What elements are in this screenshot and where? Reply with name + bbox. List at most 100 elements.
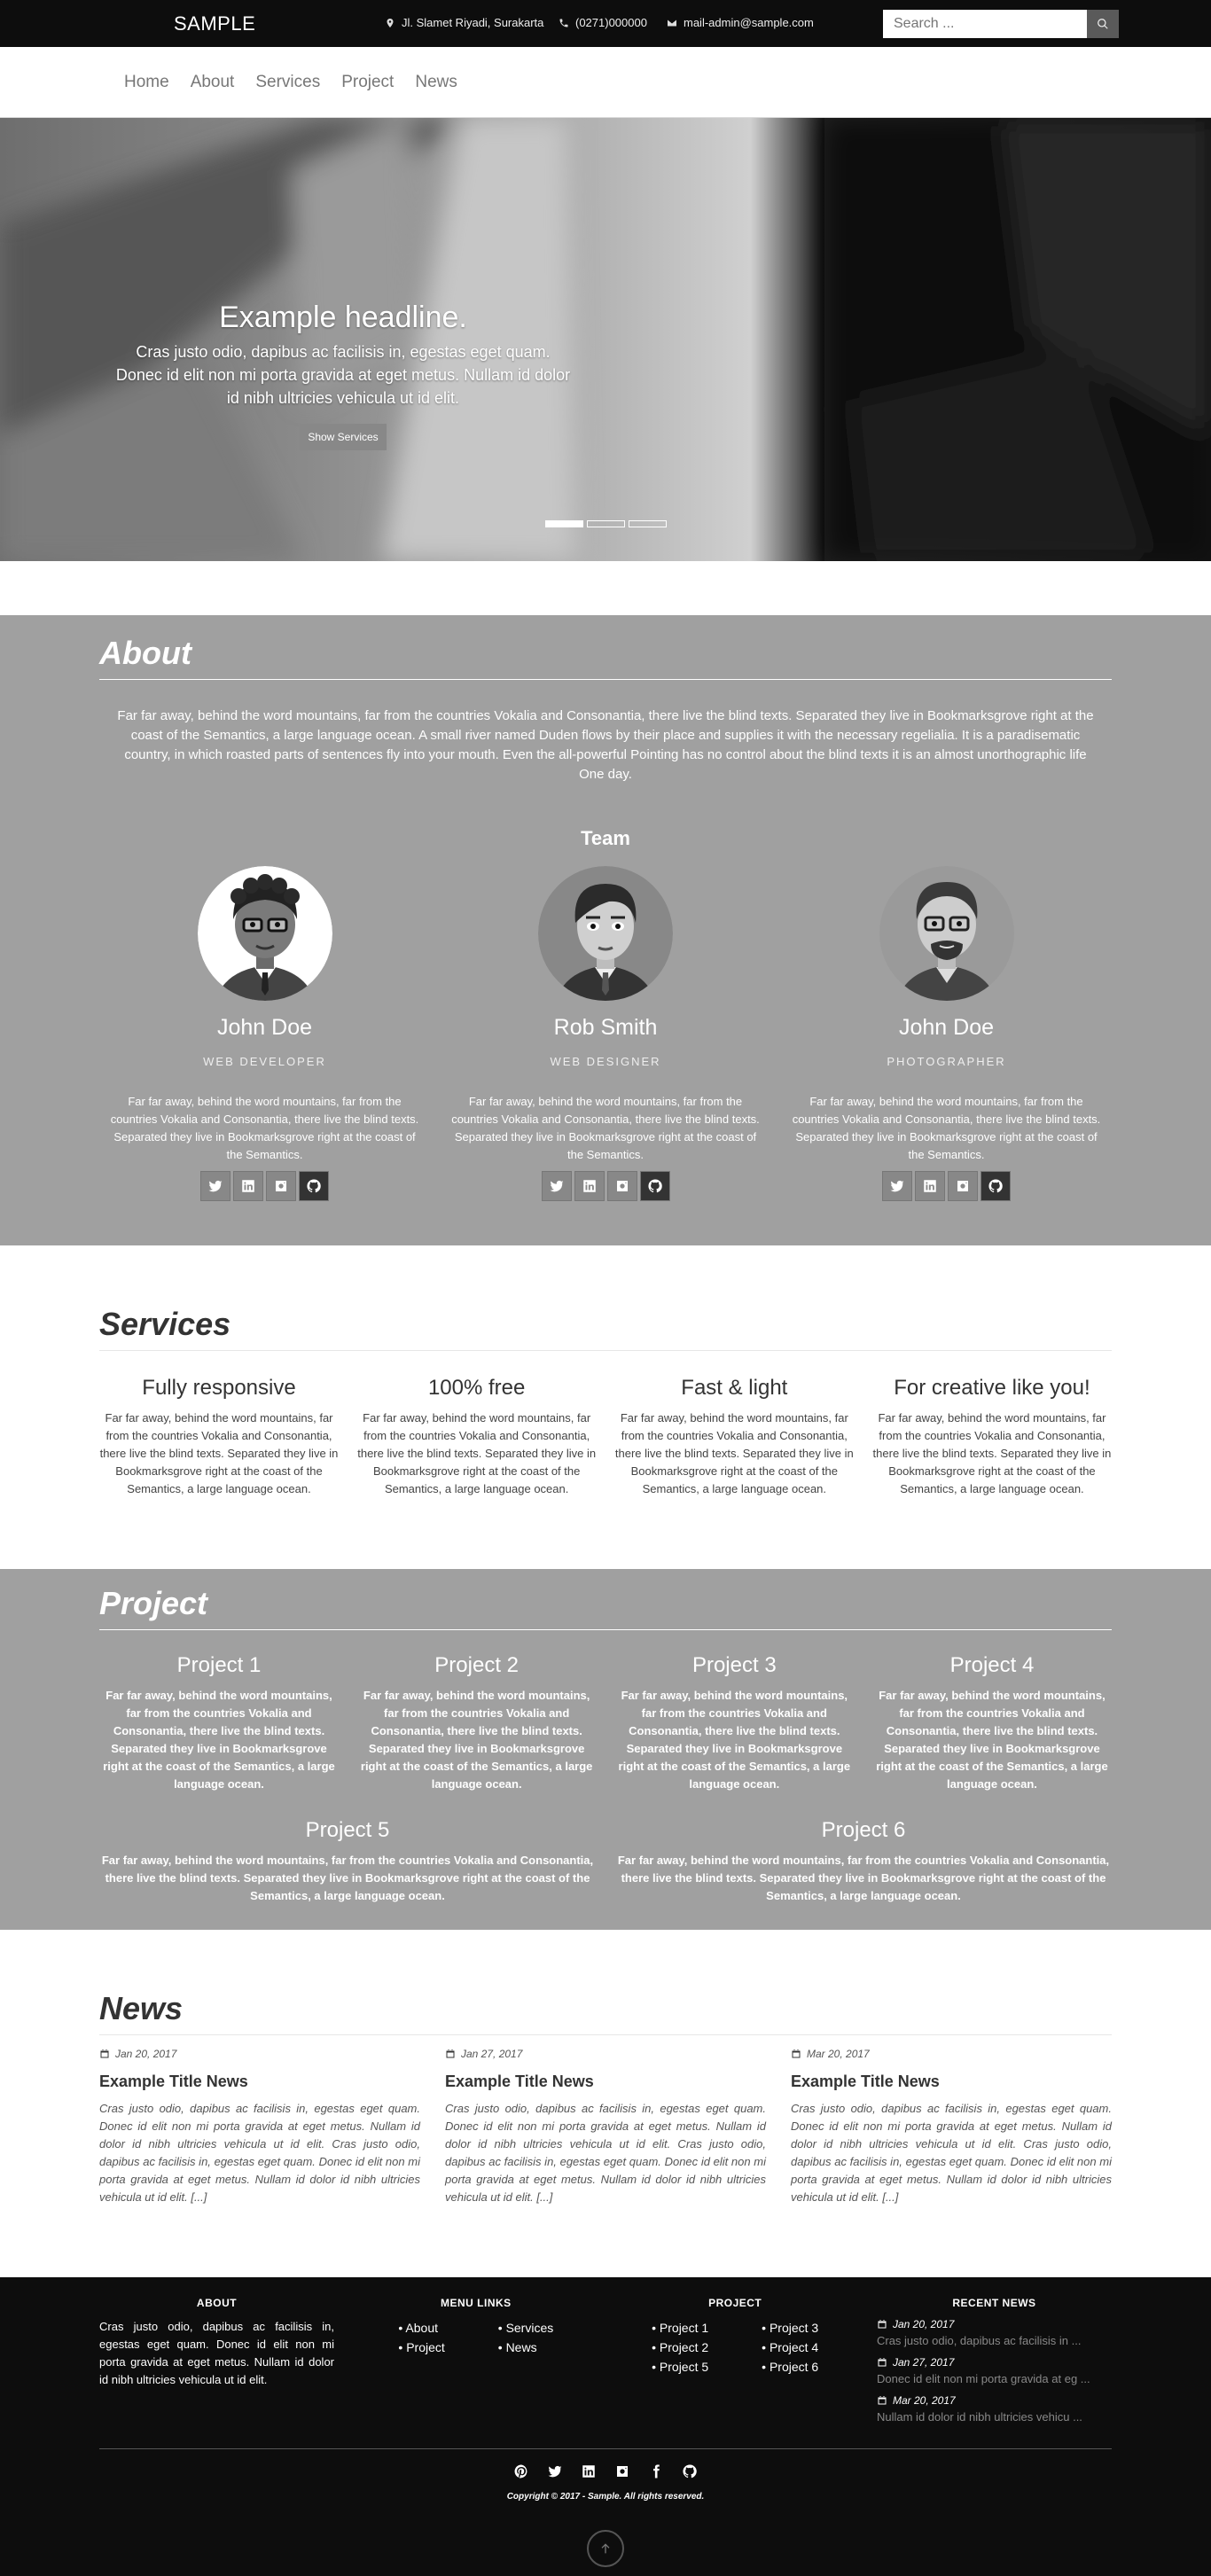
recent-news-date: Jan 20, 2017 <box>892 2318 955 2330</box>
footer-link-project-6[interactable]: Project 6 <box>762 2357 818 2377</box>
avatar-image <box>879 866 1014 1001</box>
carousel-indicator-1[interactable] <box>545 520 583 527</box>
project-item[interactable]: Project 2 Far far away, behind the word … <box>357 1653 597 1793</box>
team-member: Rob Smith WEB DESIGNER Far far away, beh… <box>441 866 771 1201</box>
nav-news[interactable]: News <box>404 73 468 92</box>
services-section: Services Fully responsive Far far away, … <box>0 1245 1211 1569</box>
avatar <box>197 866 332 1001</box>
service-item: For creative like you! Far far away, beh… <box>872 1376 1112 1498</box>
news-item-title[interactable]: Example Title News <box>445 2073 766 2091</box>
instagram-icon[interactable] <box>266 1171 296 1201</box>
project-item[interactable]: Project 1 Far far away, behind the word … <box>99 1653 339 1793</box>
footer-link-project-3[interactable]: Project 3 <box>762 2318 818 2338</box>
recent-news-link[interactable]: Cras justo odio, dapibus ac facilisis in… <box>877 2334 1112 2347</box>
recent-news-item: Jan 27, 2017 Donec id elit non mi porta … <box>877 2356 1112 2385</box>
project-item[interactable]: Project 3 Far far away, behind the word … <box>614 1653 854 1793</box>
project-item-text: Far far away, behind the word mountains,… <box>103 1689 335 1791</box>
service-text: Far far away, behind the word mountains,… <box>99 1411 339 1495</box>
member-socials <box>781 1171 1112 1201</box>
project-item[interactable]: Project 5 Far far away, behind the word … <box>99 1818 596 1905</box>
twitter-icon[interactable] <box>541 1171 572 1201</box>
carousel-indicator-3[interactable] <box>629 520 667 527</box>
search-icon <box>1098 19 1108 29</box>
footer-about: ABOUT Cras justo odio, dapibus ac facili… <box>99 2297 334 2432</box>
news-item-text: Cras justo odio, dapibus ac facilisis in… <box>99 2102 420 2204</box>
services-title: Services <box>99 1306 1112 1351</box>
project-item-text: Far far away, behind the word mountains,… <box>618 1689 851 1791</box>
news-title: News <box>99 1990 1112 2035</box>
recent-news-link[interactable]: Donec id elit non mi porta gravida at eg… <box>877 2372 1112 2385</box>
news-item-title[interactable]: Example Title News <box>99 2073 420 2091</box>
linkedin-icon[interactable] <box>581 2463 597 2479</box>
instagram-icon[interactable] <box>614 2463 630 2479</box>
news-item-title[interactable]: Example Title News <box>791 2073 1112 2091</box>
project-item[interactable]: Project 6 Far far away, behind the word … <box>615 1818 1112 1905</box>
nav-home[interactable]: Home <box>113 73 180 92</box>
news-date: Jan 27, 2017 <box>445 2048 766 2060</box>
calendar-icon <box>792 2049 801 2058</box>
nav-about[interactable]: About <box>180 73 246 92</box>
project-list-wide: Project 5 Far far away, behind the word … <box>99 1818 1112 1905</box>
service-text: Far far away, behind the word mountains,… <box>872 1411 1112 1495</box>
member-name: Rob Smith <box>553 1015 658 1040</box>
facebook-icon[interactable] <box>648 2463 664 2479</box>
phone-info: (0271)000000 <box>559 16 647 29</box>
search-form <box>883 10 1119 38</box>
news-date-text: Mar 20, 2017 <box>807 2048 870 2060</box>
project-section: Project Project 1 Far far away, behind t… <box>0 1569 1211 1930</box>
show-services-button[interactable]: Show Services <box>300 424 387 450</box>
pinterest-icon[interactable] <box>513 2463 529 2479</box>
footer-link-project-5[interactable]: Project 5 <box>652 2357 708 2377</box>
project-item-text: Far far away, behind the word mountains,… <box>617 1854 1110 1902</box>
instagram-icon[interactable] <box>948 1171 978 1201</box>
member-role: WEB DESIGNER <box>550 1055 661 1068</box>
search-button[interactable] <box>1087 10 1119 38</box>
linkedin-icon[interactable] <box>574 1171 605 1201</box>
footer-link-project-4[interactable]: Project 4 <box>762 2338 818 2357</box>
linkedin-icon[interactable] <box>915 1171 945 1201</box>
carousel-indicator-2[interactable] <box>587 520 625 527</box>
footer-link-services[interactable]: Services <box>498 2318 554 2338</box>
nav-project[interactable]: Project <box>331 73 404 92</box>
service-title: 100% free <box>427 1376 526 1400</box>
project-list: Project 1 Far far away, behind the word … <box>99 1653 1112 1793</box>
twitter-icon[interactable] <box>200 1171 230 1201</box>
github-icon[interactable] <box>981 1171 1011 1201</box>
address-info: Jl. Slamet Riyadi, Surakarta <box>385 16 543 29</box>
calendar-icon <box>100 2049 109 2058</box>
news-item-text: Cras justo odio, dapibus ac facilisis in… <box>791 2102 1112 2204</box>
instagram-icon[interactable] <box>606 1171 637 1201</box>
address-text: Jl. Slamet Riyadi, Surakarta <box>402 16 544 29</box>
footer-link-about[interactable]: About <box>398 2318 444 2338</box>
twitter-icon[interactable] <box>547 2463 563 2479</box>
twitter-icon[interactable] <box>882 1171 912 1201</box>
envelope-icon <box>668 20 676 26</box>
project-item-title: Project 1 <box>176 1653 262 1677</box>
footer-menu-title: MENU LINKS <box>440 2297 512 2309</box>
footer-link-news[interactable]: News <box>498 2338 553 2357</box>
brand-logo[interactable]: SAMPLE <box>174 12 255 35</box>
github-icon[interactable] <box>299 1171 329 1201</box>
back-to-top-button[interactable] <box>587 2530 624 2567</box>
recent-news-date: Jan 27, 2017 <box>892 2356 955 2369</box>
footer-link-project-1[interactable]: Project 1 <box>652 2318 708 2338</box>
search-input[interactable] <box>883 10 1087 38</box>
recent-news-link[interactable]: Nullam id dolor id nibh ultricies vehicu… <box>877 2410 1112 2424</box>
email-info: mail-admin@sample.com <box>667 16 814 29</box>
footer-menu-links: MENU LINKS About Project Services News <box>358 2297 593 2432</box>
nav-services[interactable]: Services <box>245 73 331 92</box>
footer-link-project[interactable]: Project <box>398 2338 445 2357</box>
calendar-icon <box>446 2049 455 2058</box>
email-text[interactable]: mail-admin@sample.com <box>684 16 814 29</box>
team-list: John Doe WEB DEVELOPER Far far away, beh… <box>99 866 1112 1201</box>
footer-link-project-2[interactable]: Project 2 <box>652 2338 708 2357</box>
project-item[interactable]: Project 4 Far far away, behind the word … <box>872 1653 1112 1793</box>
service-title: Fully responsive <box>142 1376 296 1400</box>
linkedin-icon[interactable] <box>233 1171 263 1201</box>
hero-caption: Example headline. Cras justo odio, dapib… <box>115 301 571 450</box>
github-icon[interactable] <box>639 1171 670 1201</box>
avatar <box>538 866 673 1001</box>
service-item: 100% free Far far away, behind the word … <box>357 1376 597 1498</box>
github-icon[interactable] <box>682 2463 698 2479</box>
hero-carousel: Example headline. Cras justo odio, dapib… <box>0 118 1211 561</box>
